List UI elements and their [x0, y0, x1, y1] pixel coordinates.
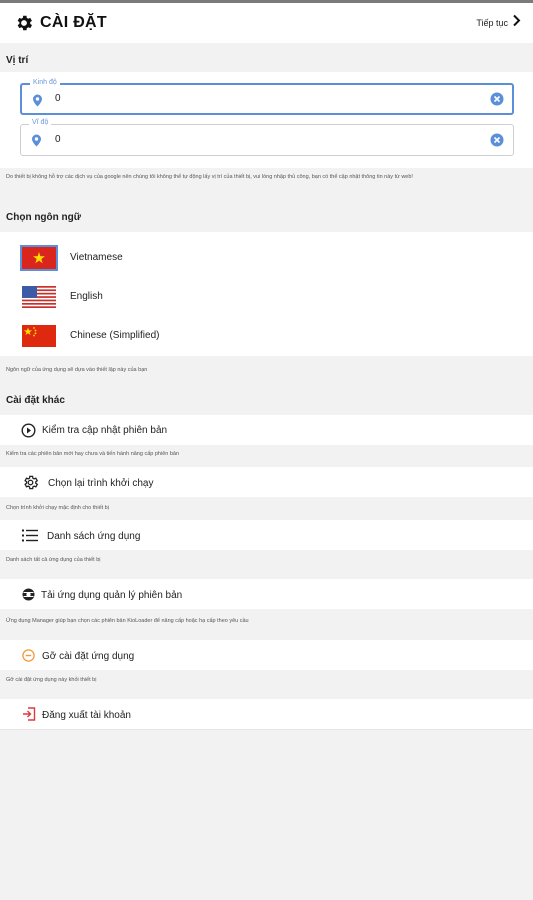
language-option-english[interactable]: English [0, 278, 533, 314]
download-manager-note: Ứng dụng Manager giúp bạn chọn các phiên… [6, 618, 249, 624]
longitude-value: 0 [55, 93, 61, 104]
download-manager-row[interactable]: Tải ứng dụng quản lý phiên bản [0, 579, 533, 609]
download-manager-icon [22, 588, 35, 601]
other-settings-section-title: Cài đặt khác [6, 395, 65, 406]
check-update-row[interactable]: Kiểm tra cập nhật phiên bản [0, 415, 533, 445]
china-flag-icon [22, 325, 56, 347]
language-option-vietnamese[interactable]: Vietnamese [0, 239, 533, 275]
language-section-title: Chọn ngôn ngữ [6, 212, 81, 223]
cog-icon [22, 474, 39, 490]
language-panel: Vietnamese English Chinese (Simplified) [0, 232, 533, 356]
language-label: English [70, 291, 103, 302]
location-pin-icon [31, 134, 42, 147]
update-icon [21, 423, 36, 438]
language-note: Ngôn ngữ của ứng dụng sẽ dựa vào thiết l… [6, 367, 148, 373]
location-section-title: Vị trí [6, 55, 29, 66]
choose-launcher-row[interactable]: Chọn lại trình khởi chạy [0, 467, 533, 497]
app-header: CÀI ĐẶT Tiếp tục [0, 3, 533, 43]
choose-launcher-label: Chọn lại trình khởi chạy [48, 478, 154, 489]
app-list-label: Danh sách ứng dụng [47, 531, 141, 542]
app-list-row[interactable]: Danh sách ứng dụng [0, 520, 533, 550]
longitude-field[interactable]: Kinh độ 0 [20, 79, 514, 115]
uninstall-note: Gỡ cài đặt ứng dụng này khỏi thiết bị [6, 677, 97, 683]
logout-icon [22, 707, 36, 721]
longitude-label: Kinh độ [30, 79, 60, 86]
check-update-label: Kiểm tra cập nhật phiên bản [42, 425, 168, 436]
clear-latitude-icon[interactable] [490, 133, 504, 147]
page-title: CÀI ĐẶT [40, 14, 107, 31]
latitude-field[interactable]: Vĩ độ 0 [20, 119, 514, 156]
latitude-label: Vĩ độ [29, 119, 52, 126]
vietnam-flag-icon [20, 245, 58, 271]
latitude-value: 0 [55, 134, 61, 145]
language-option-chinese[interactable]: Chinese (Simplified) [0, 317, 533, 353]
continue-button[interactable]: Tiếp tục [476, 14, 521, 32]
download-manager-label: Tải ứng dụng quản lý phiên bản [41, 590, 183, 601]
language-label: Chinese (Simplified) [70, 330, 160, 341]
language-label: Vietnamese [70, 252, 123, 263]
gear-icon [14, 13, 34, 33]
choose-launcher-note: Chọn trình khởi chạy mặc định cho thiết … [6, 505, 109, 511]
continue-label: Tiếp tục [476, 18, 508, 28]
location-note: Do thiết bị không hỗ trợ các dịch vụ của… [6, 174, 413, 180]
check-update-note: Kiểm tra các phiên bản mới hay chưa và t… [6, 451, 180, 457]
location-panel: Kinh độ 0 Vĩ độ 0 [0, 72, 533, 168]
clear-longitude-icon[interactable] [490, 92, 504, 106]
chevron-right-icon [512, 14, 521, 32]
logout-label: Đăng xuất tài khoản [42, 710, 131, 721]
app-list-note: Danh sách tất cả ứng dụng của thiết bị [6, 557, 101, 563]
uninstall-icon [22, 649, 35, 662]
location-pin-icon [32, 94, 43, 107]
uninstall-label: Gỡ cài đặt ứng dụng [42, 651, 135, 662]
usa-flag-icon [22, 286, 56, 308]
uninstall-row[interactable]: Gỡ cài đặt ứng dụng [0, 640, 533, 670]
logout-row[interactable]: Đăng xuất tài khoản [0, 699, 533, 729]
list-icon [22, 529, 38, 544]
divider [0, 729, 533, 730]
